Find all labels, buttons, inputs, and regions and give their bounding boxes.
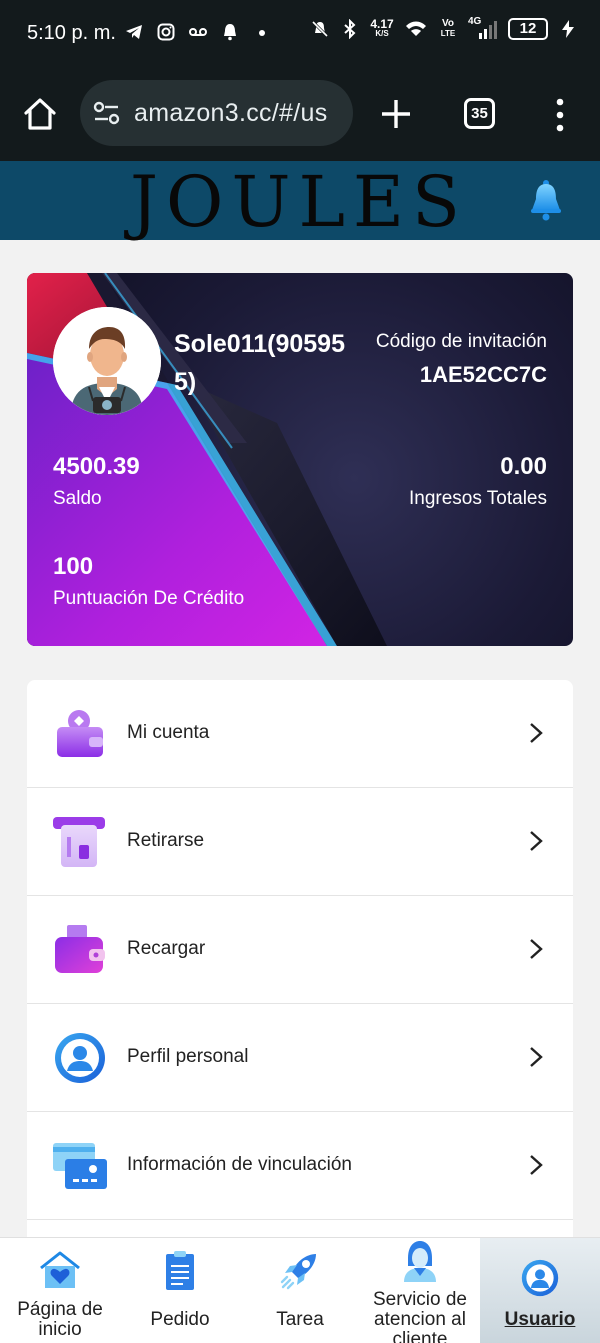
menu-item-label: Mi cuenta: [127, 722, 210, 743]
browser-toolbar: amazon3.cc/#/us 35: [0, 66, 600, 161]
home-icon[interactable]: [20, 94, 60, 134]
menu-item-informacion-vinculacion[interactable]: Información de vinculación: [27, 1112, 573, 1220]
nav-item-servicio[interactable]: Servicio de atencion al cliente: [360, 1238, 480, 1343]
status-bar: 5:10 p. m. 4.17 K/S Vo LTE 4G 12: [0, 0, 600, 66]
menu-item-label: Recargar: [127, 938, 206, 959]
recharge-wallet-icon: [55, 925, 105, 973]
user-icon: [521, 1259, 559, 1297]
voicemail-icon: [189, 28, 207, 36]
nav-label: Usuario: [504, 1309, 576, 1330]
nav-label: Tarea: [276, 1309, 324, 1330]
menu-item-label: Retirarse: [127, 830, 205, 851]
system-icons: 4.17 K/S Vo LTE 4G 12: [310, 16, 578, 40]
network-speed: 4.17 K/S: [370, 17, 394, 39]
signal-icon: [479, 21, 497, 39]
status-time: 5:10 p. m.: [27, 22, 116, 44]
username: Sole011(905955): [174, 330, 345, 396]
avatar-photographer-icon: [53, 307, 161, 415]
dot-icon: [259, 30, 265, 36]
nav-label: Pedido: [150, 1309, 210, 1330]
menu-item-label: Perfil personal: [127, 1046, 249, 1067]
tab-switcher-button[interactable]: 35: [464, 98, 495, 129]
balance-label: Saldo: [53, 488, 102, 509]
clipboard-icon: [166, 1251, 194, 1290]
atm-withdraw-icon: [53, 817, 105, 867]
more-menu-icon[interactable]: [555, 98, 565, 132]
menu-item-perfil-personal[interactable]: Perfil personal: [27, 1004, 573, 1112]
network-speed-value: 4.17: [370, 17, 394, 31]
profile-card: Sole011(905955) Código de invitación 1AE…: [27, 273, 573, 646]
user-profile-icon: [55, 1033, 105, 1083]
credit-score-label: Puntuación De Crédito: [53, 588, 245, 609]
site-settings-icon[interactable]: [92, 100, 122, 126]
avatar[interactable]: [53, 307, 161, 415]
instagram-icon: [157, 23, 175, 41]
menu-item-label: Información de vinculación: [127, 1154, 352, 1175]
nav-item-usuario[interactable]: Usuario: [480, 1238, 600, 1343]
app-header: JOULES: [0, 161, 600, 243]
home-heart-icon: [40, 1251, 80, 1288]
nav-label: Página de inicio: [17, 1299, 103, 1340]
chevron-right-icon: [530, 1155, 543, 1175]
balance-value: 4500.39: [53, 453, 140, 480]
menu-item-retirarse[interactable]: Retirarse: [27, 788, 573, 896]
bell-icon: [224, 24, 236, 41]
signal-group: 4G: [468, 16, 498, 40]
brand-logo: JOULES: [130, 161, 468, 243]
new-tab-icon[interactable]: [378, 96, 414, 132]
notification-bell-icon[interactable]: [526, 179, 566, 221]
menu-item-mi-cuenta[interactable]: Mi cuenta: [27, 680, 573, 788]
support-agent-icon: [404, 1241, 436, 1282]
nav-item-tarea[interactable]: Tarea: [240, 1238, 360, 1343]
chevron-right-icon: [530, 939, 543, 959]
chevron-right-icon: [530, 723, 543, 743]
notification-icons: [124, 22, 272, 42]
total-income-label: Ingresos Totales: [408, 488, 547, 509]
invite-code-value[interactable]: 1AE52CC7C: [420, 362, 547, 388]
volte-badge: Vo LTE: [438, 19, 458, 39]
menu-item-recargar[interactable]: Recargar: [27, 896, 573, 1004]
volte-bottom: LTE: [440, 29, 456, 38]
bluetooth-icon: [344, 19, 356, 39]
volte-top: Vo: [441, 18, 455, 29]
account-menu: Mi cuenta Retirarse Recargar Perfil pers…: [27, 680, 573, 1240]
invite-code-label: Código de invitación: [375, 331, 547, 352]
wifi-icon: [406, 21, 426, 36]
chevron-right-icon: [530, 1047, 543, 1067]
nav-item-pedido[interactable]: Pedido: [120, 1238, 240, 1343]
charging-icon: [562, 20, 574, 38]
url-text[interactable]: amazon3.cc/#/us: [134, 99, 328, 128]
nav-item-inicio[interactable]: Página de inicio: [0, 1238, 120, 1343]
address-bar[interactable]: amazon3.cc/#/us: [80, 80, 353, 146]
mute-icon: [311, 20, 329, 38]
wallet-icon: [57, 710, 103, 757]
nav-label: Servicio de atencion al cliente: [373, 1289, 467, 1343]
chevron-right-icon: [530, 831, 543, 851]
credit-score-value: 100: [53, 553, 94, 580]
bank-card-icon: [53, 1143, 107, 1189]
bottom-navigation: Página de inicio Pedido Tarea Servicio d…: [0, 1237, 600, 1343]
total-income-value: 0.00: [500, 453, 547, 480]
battery-indicator: 12: [508, 18, 548, 40]
rocket-icon: [280, 1254, 316, 1290]
telegram-icon: [126, 25, 142, 39]
